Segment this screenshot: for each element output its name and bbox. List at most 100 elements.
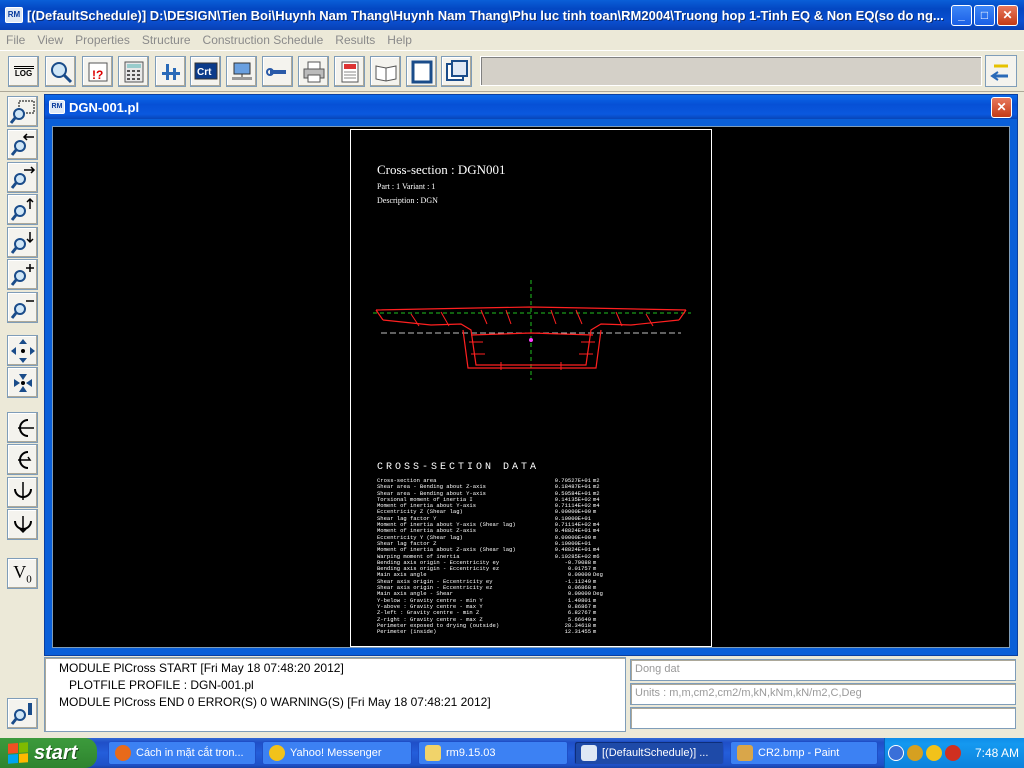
report-button[interactable] [334, 56, 365, 87]
report-icon [341, 61, 358, 82]
paint-icon [737, 745, 753, 761]
title-bar[interactable]: RM [(DefaultSchedule)] D:\DESIGN\Tien Bo… [0, 0, 1024, 30]
rotate-up-button[interactable] [7, 477, 38, 508]
tools-button[interactable] [262, 56, 293, 87]
svg-text:!?: !? [92, 68, 103, 82]
maximize-button[interactable]: □ [974, 5, 995, 26]
child-close-button[interactable]: ✕ [991, 97, 1012, 118]
message-log-panel[interactable]: MODULE PlCross START [Fri May 18 07:48:2… [44, 657, 626, 732]
plot-part-line: Part : 1 Variant : 1 [377, 182, 436, 191]
zoom-out-button[interactable] [7, 292, 38, 323]
clock[interactable]: 7:48 AM [975, 746, 1019, 760]
close-button[interactable]: ✕ [997, 5, 1018, 26]
menu-file[interactable]: File [0, 33, 31, 47]
calculator-icon [124, 61, 143, 82]
v0-icon: V0 [13, 561, 32, 586]
shrink-arrows-icon [13, 373, 32, 392]
menu-properties[interactable]: Properties [69, 33, 136, 47]
calculator-button[interactable] [118, 56, 149, 87]
navigate-back-button[interactable] [985, 55, 1017, 87]
plot-title: Cross-section : DGN001 [377, 162, 506, 177]
task-folder[interactable]: rm9.15.03 [418, 741, 568, 765]
log-button[interactable]: LOG [8, 56, 39, 87]
wrench-icon [265, 67, 286, 76]
gravity-centre-marker [529, 338, 533, 342]
rotate-down-icon [13, 515, 32, 533]
log-line: MODULE PlCross END 0 ERROR(S) 0 WARNING(… [59, 695, 491, 709]
cross-section-drawing [373, 280, 691, 380]
fit-expand-button[interactable] [7, 335, 38, 366]
menu-help[interactable]: Help [381, 33, 418, 47]
zoom-out-icon [10, 299, 34, 319]
crt-icon: Crt [194, 62, 217, 79]
structure-icon [161, 63, 180, 80]
magnifier-icon [50, 61, 72, 83]
tray-smiley-icon[interactable] [926, 745, 942, 761]
window-title: [(DefaultSchedule)] D:\DESIGN\Tien Boi\H… [27, 7, 944, 23]
tray-network-icon[interactable] [907, 745, 923, 761]
task-browser[interactable]: Cách in mặt cắt tron... [108, 741, 256, 765]
tray-arrow-icon[interactable] [888, 745, 904, 761]
arrow-back-icon [990, 64, 1008, 81]
menu-structure[interactable]: Structure [136, 33, 197, 47]
plot-page: Cross-section : DGN001 Part : 1 Variant … [350, 129, 712, 647]
structure-button[interactable] [155, 56, 186, 87]
status-field[interactable] [630, 707, 1016, 729]
plot-description-line: Description : DGN [377, 196, 438, 205]
fit-shrink-button[interactable] [7, 367, 38, 398]
minimize-button[interactable]: _ [951, 5, 972, 26]
task-rm-schedule[interactable]: [(DefaultSchedule)] ... [574, 741, 724, 765]
menu-view[interactable]: View [31, 33, 69, 47]
toolbar-combo-field[interactable] [480, 56, 982, 86]
plot-canvas[interactable]: Cross-section : DGN001 Part : 1 Variant … [52, 126, 1010, 648]
child-title-bar[interactable]: RM DGN-001.pl [45, 95, 1017, 119]
network-button[interactable] [226, 56, 257, 87]
menu-construction-schedule[interactable]: Construction Schedule [197, 33, 330, 47]
windows-logo-icon [8, 742, 28, 764]
plot-child-window: RM DGN-001.pl ✕ Cross-section : DGN001 P… [44, 94, 1018, 656]
child-window-title: DGN-001.pl [69, 99, 140, 115]
frame-button[interactable] [406, 56, 437, 87]
rotate-down-button[interactable] [7, 509, 38, 540]
printer-icon [303, 61, 324, 82]
menu-results[interactable]: Results [329, 33, 381, 47]
info-panel: Dong dat Units : m,m,cm2,cm2/m,kN,kNm,kN… [628, 657, 1017, 732]
zoom-window-button[interactable] [7, 96, 38, 127]
log-icon: LOG [13, 65, 34, 78]
pan-down-button[interactable] [7, 227, 38, 258]
tray-antivirus-icon[interactable] [945, 745, 961, 761]
zoom-button[interactable] [45, 56, 76, 87]
frame-icon [411, 60, 432, 83]
network-icon [231, 62, 252, 80]
system-tray: 7:48 AM [884, 738, 1024, 768]
task-paint[interactable]: CR2.bmp - Paint [730, 741, 878, 765]
child-logo-icon: RM [49, 100, 65, 114]
zoom-in-button[interactable] [7, 259, 38, 290]
start-button[interactable]: start [0, 738, 97, 768]
cross-section-data-table: Cross-section area 0.70527E+01 m2 Shear ar… [377, 477, 607, 635]
app-logo-icon: RM [5, 7, 23, 23]
book-button[interactable] [370, 56, 401, 87]
window-button[interactable] [441, 56, 472, 87]
print-button[interactable] [298, 56, 329, 87]
window-icon [445, 59, 468, 81]
task-yahoo-messenger[interactable]: Yahoo! Messenger [262, 741, 412, 765]
zoom-tool-icon [10, 702, 32, 725]
zoom-pan-down-icon [10, 231, 34, 254]
settings-tool-button[interactable] [7, 698, 38, 729]
help-query-icon: !? [88, 62, 107, 82]
zoom-pan-right-icon [10, 165, 35, 189]
load-case-field[interactable]: Dong dat [630, 659, 1016, 681]
check-errors-button[interactable]: !? [82, 56, 113, 87]
rotate-left-icon [17, 418, 34, 437]
zoom-pan-left-icon [10, 132, 34, 156]
rotate-right-button[interactable] [7, 444, 38, 475]
v0-button[interactable]: V0 [7, 558, 38, 589]
pan-right-button[interactable] [7, 162, 38, 193]
crt-button[interactable]: Crt [190, 56, 221, 87]
rotate-left-button[interactable] [7, 412, 38, 443]
view-toolbar: V0 [0, 92, 44, 738]
pan-up-button[interactable] [7, 194, 38, 225]
pan-left-button[interactable] [7, 129, 38, 160]
units-field[interactable]: Units : m,m,cm2,cm2/m,kN,kNm,kN/m2,C,Deg [630, 683, 1016, 705]
